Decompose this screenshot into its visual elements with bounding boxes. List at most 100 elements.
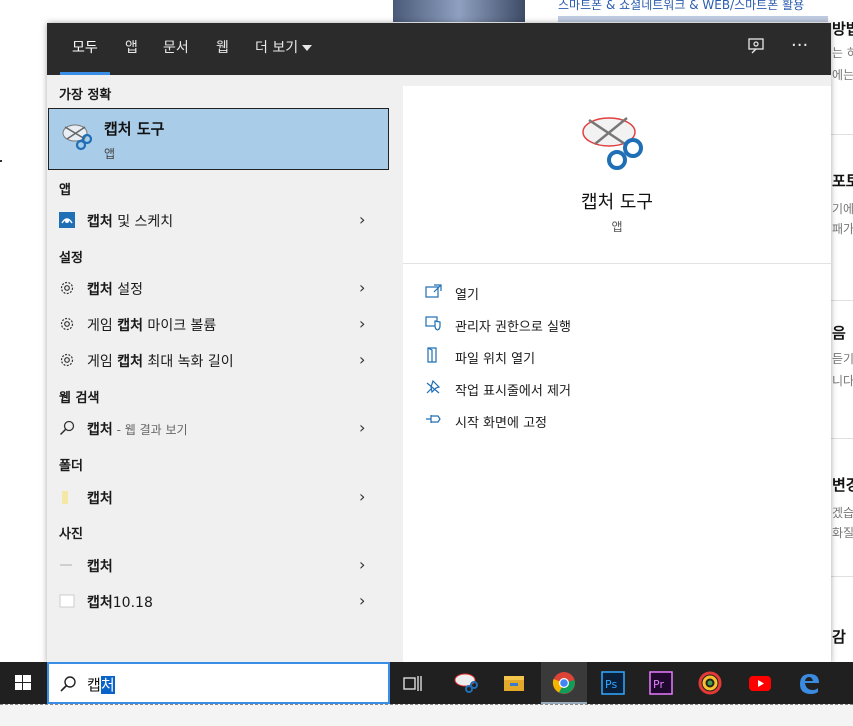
search-icon	[59, 675, 77, 697]
detail-app-name: 캡처 도구	[581, 192, 653, 213]
more-options-icon[interactable]: ···	[791, 35, 808, 56]
tab-documents[interactable]: 문서	[163, 23, 189, 75]
tab-apps[interactable]: 앱	[125, 23, 138, 75]
divider	[830, 300, 853, 301]
chevron-right-icon[interactable]: ›	[359, 591, 365, 610]
task-view-icon	[401, 671, 425, 695]
taskbar-search-input[interactable]: 캡처	[47, 662, 390, 704]
divider	[830, 438, 853, 439]
result-label: 게임 캡처 마이크 볼륨	[87, 318, 217, 334]
windows-logo-icon	[15, 675, 31, 690]
divider	[403, 263, 831, 264]
start-search-panel: 모두 앱 문서 웹 더 보기 ··· 가장 정확 캡처 도구 앱 앱 캡처 및 …	[47, 23, 831, 663]
result-label: 캡처	[87, 559, 113, 575]
article-snippet-fragment: 에는	[832, 68, 853, 82]
result-photo[interactable]: 캡처10.18 ›	[47, 584, 391, 618]
admin-shield-icon	[425, 315, 443, 331]
taskbar-chrome[interactable]	[541, 662, 587, 704]
result-game-mic-volume[interactable]: 게임 캡처 마이크 볼륨 ›	[47, 307, 391, 341]
article-snippet-fragment: 패가	[832, 222, 853, 236]
article-title-fragment	[558, 16, 828, 22]
snipping-tool-icon	[61, 121, 93, 157]
detail-app-type: 앱	[611, 220, 623, 234]
article-snippet-fragment: 니다	[832, 374, 853, 388]
youtube-icon	[748, 671, 772, 695]
image-thumbnail-icon	[59, 593, 75, 609]
premiere-icon: Pr	[649, 671, 673, 695]
image-thumbnail-icon	[59, 557, 75, 573]
result-photo[interactable]: 캡처 ›	[47, 548, 391, 582]
swirl-app-icon	[698, 671, 722, 695]
folder-icon	[502, 671, 526, 695]
taskbar-file-explorer[interactable]	[491, 662, 537, 704]
best-match-type: 앱	[104, 147, 116, 161]
divider	[830, 134, 853, 135]
photoshop-icon: Ps	[601, 671, 625, 695]
taskbar-youtube[interactable]	[737, 662, 783, 704]
article-snippet-fragment: 겠습	[832, 506, 853, 520]
pin-start-icon	[425, 411, 443, 427]
chevron-right-icon[interactable]: ›	[359, 278, 365, 297]
desktop-edge	[0, 704, 853, 726]
best-match-item[interactable]: 캡처 도구 앱	[48, 108, 389, 170]
article-title-fragment[interactable]: 방법	[832, 18, 853, 39]
article-snippet-fragment: 화질	[832, 526, 853, 540]
chevron-right-icon[interactable]: ›	[359, 350, 365, 369]
article-title-fragment[interactable]: 변경	[832, 474, 853, 495]
taskbar-edge[interactable]	[786, 662, 832, 704]
tab-more[interactable]: 더 보기	[255, 23, 313, 75]
section-settings: 설정	[59, 251, 83, 266]
windows-start-button[interactable]	[0, 662, 47, 704]
best-match-name: 캡처 도구	[104, 120, 165, 138]
snipping-tool-icon	[581, 110, 645, 178]
taskbar-photoshop[interactable]: Ps	[590, 662, 636, 704]
taskbar-premiere[interactable]: Pr	[638, 662, 684, 704]
feedback-icon[interactable]	[747, 37, 765, 59]
article-thumbnail[interactable]	[393, 0, 525, 22]
article-title-fragment[interactable]: 음	[832, 322, 846, 343]
tab-all[interactable]: 모두	[60, 23, 110, 75]
chevron-right-icon[interactable]: ›	[359, 210, 365, 229]
svg-text:Pr: Pr	[653, 678, 664, 691]
section-folders: 폴더	[59, 459, 83, 474]
chevron-right-icon[interactable]: ›	[359, 314, 365, 333]
result-label: 캡처 및 스케치	[87, 214, 174, 230]
taskbar: 캡처 Ps Pr	[0, 662, 853, 704]
chrome-icon	[552, 671, 576, 695]
result-folder[interactable]: 캡처 ›	[47, 480, 391, 514]
folder-icon	[59, 489, 75, 505]
action-label: 파일 위치 열기	[455, 352, 536, 367]
result-capture-settings[interactable]: 캡처 설정 ›	[47, 271, 391, 305]
gear-icon	[59, 316, 75, 332]
gear-icon	[59, 352, 75, 368]
chevron-right-icon[interactable]: ›	[359, 418, 365, 437]
result-label: 캡처 설정	[87, 282, 143, 298]
result-game-max-record[interactable]: 게임 캡처 최대 녹화 길이 ›	[47, 343, 391, 377]
article-title-fragment[interactable]: 포토	[832, 170, 853, 191]
tab-web[interactable]: 웹	[216, 23, 229, 75]
tab-more-label: 더 보기	[255, 40, 299, 56]
result-label: 캡처 - 웹 결과 보기	[87, 422, 188, 438]
taskbar-task-view[interactable]	[390, 662, 436, 704]
article-category-link[interactable]: 스마트폰 & 쇼셜네트워크 & WEB/스마트폰 활용	[558, 0, 804, 13]
section-photos: 사진	[59, 527, 83, 542]
result-snip-sketch[interactable]: 캡처 및 스케치 ›	[47, 203, 391, 237]
chevron-right-icon[interactable]: ›	[359, 555, 365, 574]
section-apps: 앱	[59, 183, 71, 198]
edge-icon	[797, 671, 821, 695]
action-label: 시작 화면에 고정	[455, 416, 547, 431]
taskbar-swirl-app[interactable]	[687, 662, 733, 704]
article-title-fragment[interactable]: 감	[832, 626, 846, 647]
snip-sketch-icon	[59, 212, 75, 228]
divider	[830, 576, 853, 577]
result-web-search[interactable]: 캡처 - 웹 결과 보기 ›	[47, 411, 391, 445]
results-list: 가장 정확 캡처 도구 앱 앱 캡처 및 스케치 › 설정 캡처 설정 › 게임…	[47, 75, 391, 663]
file-location-icon	[425, 347, 443, 363]
open-icon	[425, 283, 443, 299]
action-label: 관리자 권한으로 실행	[455, 320, 571, 335]
taskbar-snipping-tool[interactable]	[443, 662, 489, 704]
search-query: 캡처	[87, 676, 115, 694]
action-label: 작업 표시줄에서 제거	[455, 384, 571, 399]
result-label: 캡처	[87, 491, 113, 507]
chevron-right-icon[interactable]: ›	[359, 487, 365, 506]
